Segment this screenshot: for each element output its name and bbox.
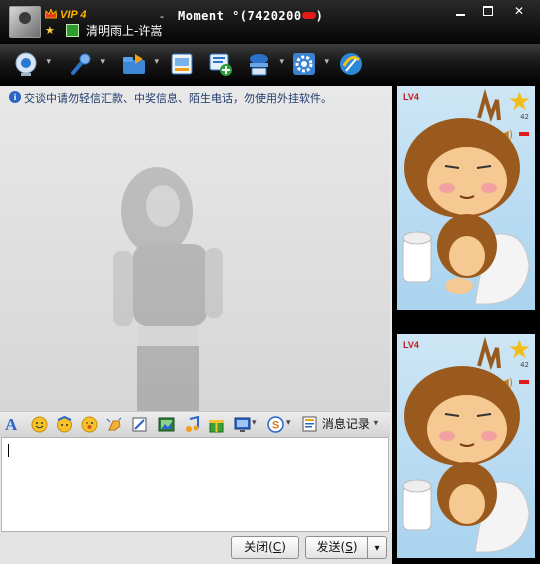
- redaction-mark: [301, 12, 316, 19]
- close-window-button[interactable]: ✕: [508, 3, 530, 19]
- monkey-avatar-icon: [402, 88, 530, 305]
- history-label: 消息记录: [321, 417, 370, 431]
- shake-icon[interactable]: [106, 416, 123, 433]
- send-button-label: 发送(: [316, 540, 346, 554]
- sms-icon[interactable]: [169, 51, 195, 77]
- send-shortcut-key: S: [345, 540, 353, 554]
- contact-nickname: Moment °(7420200): [178, 9, 323, 23]
- close-button[interactable]: 关闭(C): [231, 536, 299, 559]
- contact-show-image[interactable]: LV4 ★ 42 ◀): [397, 86, 535, 310]
- magic-emoji-icon[interactable]: [56, 416, 73, 433]
- wink-icon[interactable]: [81, 416, 98, 433]
- chat-window: VIP 4 ★ 清明雨上-许嵩 - Moment °(7420200) ✕ ▾ …: [0, 0, 540, 564]
- gift-icon[interactable]: [208, 416, 225, 433]
- format-toolbar: A ▾ S ▾ 消息记录 ▾: [0, 411, 390, 437]
- show-panel: LV4 ★ 42 ◀) LV4 ★ 42 ◀): [392, 86, 540, 564]
- my-show-image[interactable]: LV4 ★ 42 ◀): [397, 334, 535, 558]
- emoji-icon[interactable]: [31, 416, 48, 433]
- close-shortcut-key: C: [272, 540, 282, 554]
- close-button-tail: ): [281, 540, 286, 554]
- avatar[interactable]: [9, 6, 41, 38]
- file-transfer-icon[interactable]: [121, 51, 159, 77]
- history-icon: [302, 416, 317, 431]
- minimize-button[interactable]: [450, 3, 472, 19]
- close-button-label: 关闭(: [244, 540, 273, 554]
- main-toolbar: [0, 44, 540, 86]
- title-bar[interactable]: VIP 4 ★ 清明雨上-许嵩 - Moment °(7420200) ✕: [0, 0, 540, 44]
- payment-dropdown-icon[interactable]: ▾: [286, 418, 291, 428]
- screen-share-icon[interactable]: [234, 416, 251, 433]
- security-notice: 交谈中请勿轻信汇款、中奖信息、陌生电话，勿使用外挂软件。: [24, 92, 332, 105]
- bottom-bar: 关闭(C) 发送(S) ▾: [0, 532, 392, 564]
- maximize-button[interactable]: [477, 3, 499, 19]
- history-dropdown-icon[interactable]: ▾: [374, 419, 379, 429]
- nickname-text: Moment °(7420200: [178, 9, 302, 23]
- music-icon[interactable]: [184, 416, 201, 433]
- font-icon[interactable]: A: [5, 416, 22, 433]
- vip-crown-icon: [45, 9, 57, 19]
- message-history-button[interactable]: 消息记录 ▾: [302, 415, 378, 434]
- send-options-button[interactable]: ▾: [367, 536, 387, 559]
- image-icon[interactable]: [158, 416, 175, 433]
- send-button[interactable]: 发送(S): [305, 536, 369, 559]
- message-input[interactable]: [1, 437, 389, 532]
- text-caret: [8, 444, 9, 457]
- payment-icon[interactable]: S: [267, 416, 284, 433]
- svg-text:S: S: [272, 420, 279, 432]
- background-figure-image: [113, 167, 223, 411]
- microphone-icon[interactable]: [67, 51, 105, 77]
- screen-share-dropdown-icon[interactable]: ▾: [252, 418, 257, 428]
- signature: 清明雨上-许嵩: [86, 24, 163, 38]
- app-icon[interactable]: [338, 51, 364, 77]
- message-area[interactable]: i 交谈中请勿轻信汇款、中奖信息、陌生电话，勿使用外挂软件。: [0, 86, 390, 411]
- info-icon: i: [9, 91, 21, 103]
- settings-icon[interactable]: [291, 51, 329, 77]
- title-dash: -: [160, 10, 164, 23]
- screenshot-icon[interactable]: [131, 416, 148, 433]
- remote-assist-icon[interactable]: [246, 51, 284, 77]
- send-button-tail: ): [352, 540, 358, 554]
- chevron-down-icon: ▾: [374, 543, 380, 554]
- nickname-suffix: ): [315, 9, 324, 23]
- star-icon: ★: [45, 24, 55, 37]
- add-friend-icon[interactable]: [207, 51, 233, 77]
- vip-label: VIP 4: [60, 9, 87, 21]
- status-icon: [66, 24, 79, 37]
- video-icon[interactable]: [13, 51, 51, 77]
- monkey-avatar-icon-2: [402, 336, 530, 553]
